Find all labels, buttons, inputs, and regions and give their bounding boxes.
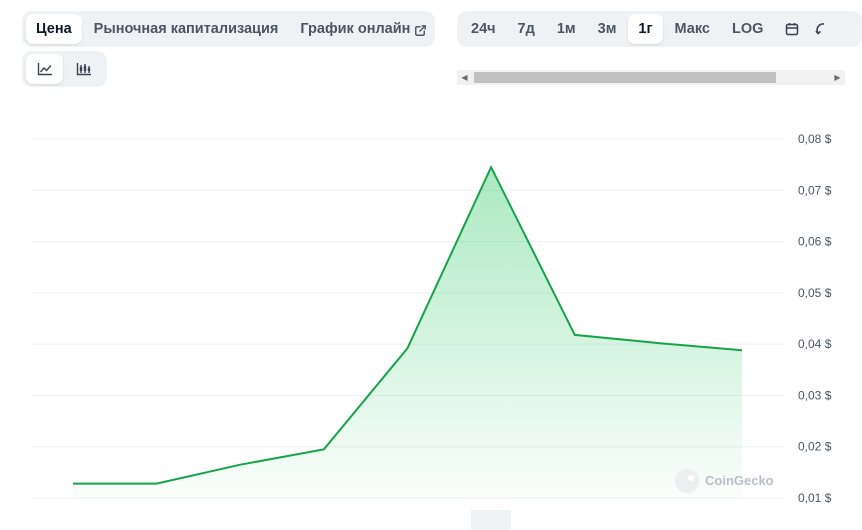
tab-price[interactable]: Цена <box>26 14 82 44</box>
range-tab-1m-label: 1м <box>556 21 576 37</box>
range-tab-7d-label: 7д <box>517 21 535 37</box>
y-tick-label: 0,01 $ <box>798 491 832 505</box>
range-tab-24h-label: 24ч <box>471 21 496 37</box>
range-scrollbar[interactable]: ◀ ▶ <box>457 70 845 85</box>
range-tab-log-label: LOG <box>731 21 764 37</box>
y-tick-label: 0,06 $ <box>798 235 832 249</box>
tab-live-chart[interactable]: График онлайн <box>290 14 436 44</box>
calendar-icon <box>786 23 799 36</box>
coingecko-logo-eye <box>688 475 694 481</box>
range-tab-group: 24ч 7д 1м 3м 1г Макс LOG <box>457 11 862 47</box>
chart-type-group <box>22 51 107 87</box>
external-link-icon <box>415 24 427 36</box>
scroll-left-icon[interactable]: ◀ <box>457 70 472 85</box>
range-tab-log[interactable]: LOG <box>722 14 773 44</box>
watermark-text: CoinGecko <box>705 473 774 488</box>
tab-price-label: Цена <box>36 21 72 37</box>
coingecko-logo-icon <box>675 469 699 493</box>
refresh-button[interactable] <box>811 14 825 44</box>
refresh-icon <box>815 23 825 35</box>
y-tick-label: 0,03 $ <box>798 388 832 402</box>
tab-market-cap[interactable]: Рыночная капитализация <box>84 14 289 44</box>
range-tab-max[interactable]: Макс <box>665 14 720 44</box>
price-area <box>73 167 742 498</box>
tab-market-cap-label: Рыночная капитализация <box>93 21 279 37</box>
range-tab-3m[interactable]: 3м <box>588 14 627 44</box>
scrollbar-thumb[interactable] <box>474 72 776 83</box>
y-tick-label: 0,08 $ <box>798 132 832 146</box>
scroll-right-icon[interactable]: ▶ <box>830 70 845 85</box>
metric-tab-group: Цена Рыночная капитализация График онлай… <box>22 11 435 47</box>
price-chart: 0,01 $ 0,02 $ 0,03 $ 0,04 $ 0,05 $ 0,06 $ 0,07… <box>32 132 832 530</box>
y-tick-label: 0,02 $ <box>798 440 832 454</box>
y-tick-label: 0,07 $ <box>798 183 832 197</box>
range-tab-3m-label: 3м <box>597 21 617 37</box>
candlestick-icon <box>76 63 91 76</box>
candlestick-button[interactable] <box>65 54 102 84</box>
tab-live-chart-label: График онлайн <box>300 21 411 37</box>
line-chart-button[interactable] <box>26 54 63 84</box>
y-tick-label: 0,05 $ <box>798 286 832 300</box>
range-tab-1y-label: 1г <box>638 21 653 37</box>
range-tab-max-label: Макс <box>674 21 710 37</box>
range-tab-1y[interactable]: 1г <box>628 14 663 44</box>
line-chart-icon <box>37 63 52 76</box>
calendar-button[interactable] <box>775 14 809 44</box>
range-tab-24h[interactable]: 24ч <box>461 14 506 44</box>
range-tab-7d[interactable]: 7д <box>508 14 545 44</box>
y-axis: 0,01 $ 0,02 $ 0,03 $ 0,04 $ 0,05 $ 0,06 $ 0,07… <box>798 132 832 505</box>
navigator-handle[interactable] <box>471 510 511 530</box>
y-tick-label: 0,04 $ <box>798 337 832 351</box>
range-tab-1m[interactable]: 1м <box>547 14 586 44</box>
